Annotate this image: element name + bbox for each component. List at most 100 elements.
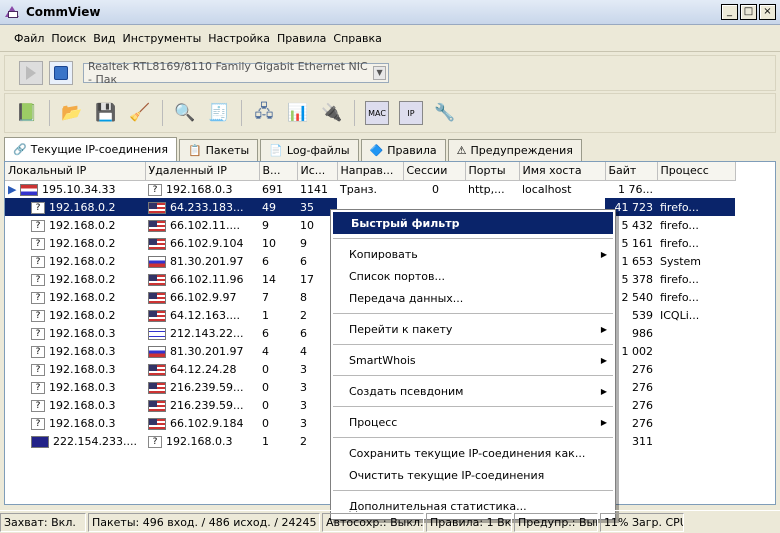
unknown-flag-icon: ? <box>31 201 45 214</box>
context-menu-item[interactable]: SmartWhois <box>331 349 615 371</box>
ru-flag-icon <box>148 255 166 268</box>
unknown-flag-icon: ? <box>31 273 45 286</box>
tab-rules[interactable]: 🔷 Правила <box>360 139 446 161</box>
context-menu-item[interactable]: Сохранить текущие IP-соединения как... <box>331 442 615 464</box>
us-flag-icon <box>148 273 166 286</box>
stop-capture-button[interactable] <box>49 61 73 85</box>
context-menu-item[interactable]: Передача данных... <box>331 287 615 309</box>
tab-label: Правила <box>387 144 437 157</box>
statistics-icon[interactable]: 📊 <box>286 101 310 125</box>
toolbar-separator <box>354 100 355 126</box>
cell-in: 10 <box>262 236 276 250</box>
adapter-select[interactable]: Realtek RTL8169/8110 Family Gigabit Ethe… <box>83 60 389 86</box>
menu-item[interactable]: Вид <box>93 32 115 45</box>
cell-in: 6 <box>262 326 269 340</box>
cell-in: 4 <box>262 344 269 358</box>
column-header[interactable]: Локальный IP <box>5 162 146 181</box>
menu-item[interactable]: Справка <box>333 32 381 45</box>
column-header[interactable]: Порты <box>465 162 520 181</box>
tab-log[interactable]: 📄 Log-файлы <box>260 139 359 161</box>
cell-in: 1 <box>262 434 269 448</box>
ip-alias-icon[interactable]: IP <box>399 101 423 125</box>
column-header[interactable]: Направ... <box>337 162 404 181</box>
menu-item[interactable]: Инструменты <box>123 32 202 45</box>
remote-ip-cell: 64.233.183... <box>145 198 259 216</box>
maximize-button[interactable]: □ <box>740 4 757 20</box>
local-ip-cell: ? 192.168.0.3 <box>5 396 145 414</box>
commview-app-icon <box>4 4 20 20</box>
packets-icon: 📋 <box>187 144 202 157</box>
us-flag-icon <box>148 381 166 394</box>
menu-bar: Файл Поиск Вид Инструменты Настройка Правила С… <box>0 26 780 52</box>
us-flag-icon <box>148 219 166 232</box>
tab-label: Пакеты <box>205 144 250 157</box>
context-menu-item[interactable]: Очистить текущие IP-соединения <box>331 464 615 486</box>
network-icon[interactable]: 🖧 <box>252 101 276 125</box>
expand-arrow-icon[interactable]: ▶ <box>8 183 20 196</box>
menu-separator <box>333 344 613 345</box>
cell-proc: firefo... <box>660 218 699 232</box>
local-ip-cell: ? 192.168.0.3 <box>5 378 145 396</box>
tab-connections[interactable]: 🔗 Текущие IP-соединения <box>4 137 177 161</box>
us-flag-icon <box>148 237 166 250</box>
menu-item[interactable]: Правила <box>277 32 326 45</box>
local-ip-cell: ? 192.168.0.2 <box>5 198 145 216</box>
menu-separator <box>333 375 613 376</box>
context-menu-item[interactable]: Перейти к пакету <box>331 318 615 340</box>
remote-ip-cell: 64.12.24.28 <box>145 360 259 378</box>
save-icon[interactable]: 💾 <box>94 101 118 125</box>
start-capture-button[interactable] <box>19 61 43 85</box>
context-menu-item[interactable]: Процесс <box>331 411 615 433</box>
unknown-flag-icon: ? <box>31 399 45 412</box>
table-header: Локальный IP Удаленный IP В... Ис... Направ.… <box>5 162 736 181</box>
cell-host: localhost <box>522 182 572 196</box>
column-header[interactable]: Байт <box>605 162 658 181</box>
local-ip-text: 192.168.0.3 <box>49 362 116 376</box>
context-menu-item[interactable]: Создать псевдоним <box>331 380 615 402</box>
column-header[interactable]: Имя хоста <box>519 162 606 181</box>
chevron-down-icon[interactable]: ▼ <box>373 66 386 80</box>
column-header[interactable]: Удаленный IP <box>145 162 260 181</box>
table-row[interactable]: ▶ 195.10.34.33? 192.168.0.3 691 1141 Транз. 0… <box>5 180 735 198</box>
minimize-button[interactable]: _ <box>721 4 738 20</box>
alerts-icon: ⚠ <box>456 144 467 157</box>
local-ip-cell: ? 192.168.0.2 <box>5 234 145 252</box>
local-ip-text: 192.168.0.3 <box>49 380 116 394</box>
cell-in: 0 <box>262 380 269 394</box>
close-button[interactable]: × <box>759 4 776 20</box>
ru-flag-icon <box>148 345 166 358</box>
search-icon[interactable]: 🔍 <box>173 101 197 125</box>
remote-ip-text: 64.12.24.28 <box>170 362 237 376</box>
wrench-icon[interactable]: 🔧 <box>433 101 457 125</box>
cell-proc: System <box>660 254 702 268</box>
cell-proc: firefo... <box>660 290 699 304</box>
tab-packets[interactable]: 📋 Пакеты <box>178 139 259 161</box>
menu-separator <box>333 313 613 314</box>
context-menu-item[interactable]: Список портов... <box>331 265 615 287</box>
column-header[interactable]: В... <box>259 162 298 181</box>
remote-ip-cell: 81.30.201.97 <box>145 252 259 270</box>
column-header[interactable]: Ис... <box>297 162 338 181</box>
cell-proc <box>657 180 735 198</box>
local-ip-cell: ? 192.168.0.3 <box>5 342 145 360</box>
remote-ip-text: 64.233.183... <box>170 200 244 214</box>
open-book-icon[interactable]: 📗 <box>15 101 39 125</box>
menu-item[interactable]: Настройка <box>208 32 270 45</box>
remote-ip-text: 216.239.59... <box>170 380 244 394</box>
ports-icon[interactable]: 🔌 <box>320 101 344 125</box>
column-header[interactable]: Сессии <box>403 162 466 181</box>
mac-alias-icon[interactable]: MAC <box>365 101 389 125</box>
cell-dir: Транз. <box>340 182 377 196</box>
us-flag-icon <box>148 399 166 412</box>
menu-item[interactable]: Поиск <box>51 32 86 45</box>
menu-item[interactable]: Файл <box>14 32 44 45</box>
packet-search-icon[interactable]: 🧾 <box>207 101 231 125</box>
local-ip-text: 192.168.0.2 <box>49 290 116 304</box>
broom-icon[interactable]: 🧹 <box>128 101 152 125</box>
context-menu-item[interactable]: Быстрый фильтр <box>333 212 613 234</box>
column-header[interactable]: Процесс <box>657 162 736 181</box>
stop-icon <box>54 66 68 80</box>
open-folder-icon[interactable]: 📂 <box>60 101 84 125</box>
context-menu-item[interactable]: Копировать <box>331 243 615 265</box>
tab-alerts[interactable]: ⚠ Предупреждения <box>447 139 582 161</box>
